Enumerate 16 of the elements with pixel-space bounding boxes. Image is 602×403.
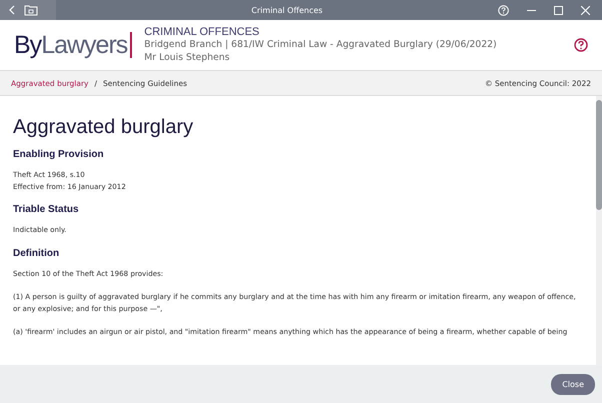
matter-info: Bridgend Branch | 681/IW Criminal Law - Aggravated Burglary (29/06/2022): [144, 38, 498, 51]
folder-icon[interactable]: [24, 4, 38, 16]
close-button[interactable]: Close: [551, 374, 595, 394]
client-name: Mr Louis Stephens: [144, 51, 231, 64]
window-title: Criminal Offences: [250, 6, 324, 14]
section-heading: Triable Status: [13, 204, 80, 215]
close-icon[interactable]: [581, 6, 590, 14]
logo: ByLawyers: [14, 32, 132, 58]
page-title: Aggravated burglary: [13, 116, 194, 139]
section-heading: Enabling Provision: [13, 149, 105, 160]
help-icon[interactable]: [574, 38, 588, 52]
scrollbar-thumb[interactable]: [596, 100, 602, 210]
maximize-icon[interactable]: [554, 6, 563, 14]
module-title: CRIMINAL OFFENCES: [144, 26, 260, 38]
back-button[interactable]: [8, 5, 16, 15]
section-heading: Definition: [13, 248, 60, 258]
